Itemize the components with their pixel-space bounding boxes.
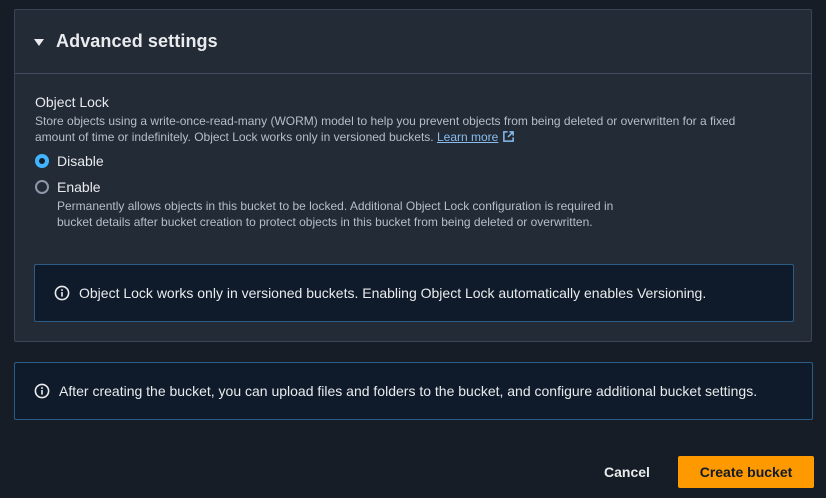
radio-enable-description: Permanently allows objects in this bucke…: [57, 199, 614, 229]
radio-option-disable[interactable]: Disable: [35, 150, 791, 172]
radio-enable[interactable]: [35, 180, 49, 194]
advanced-settings-panel: Advanced settings Object Lock Store obje…: [14, 9, 812, 342]
advanced-settings-toggle[interactable]: Advanced settings: [15, 10, 811, 74]
learn-more-link[interactable]: Learn more: [437, 130, 515, 144]
object-lock-description-text: Store objects using a write-once-read-ma…: [35, 114, 736, 144]
radio-option-enable[interactable]: Enable: [35, 176, 791, 198]
caret-down-icon: [34, 38, 44, 46]
radio-enable-label: Enable: [57, 179, 101, 195]
info-icon: [54, 285, 70, 301]
external-link-icon: [503, 131, 515, 142]
info-icon: [34, 383, 50, 399]
object-lock-description: Store objects using a write-once-read-ma…: [35, 113, 775, 145]
bucket-creation-info-alert: After creating the bucket, you can uploa…: [14, 362, 813, 420]
object-lock-alert-text: Object Lock works only in versioned buck…: [79, 285, 707, 301]
create-bucket-page: Advanced settings Object Lock Store obje…: [0, 0, 826, 498]
radio-disable[interactable]: [35, 154, 49, 168]
cancel-button[interactable]: Cancel: [591, 456, 663, 488]
object-lock-section: Object Lock Store objects using a write-…: [15, 74, 811, 230]
object-lock-label: Object Lock: [35, 94, 109, 110]
learn-more-label: Learn more: [436, 130, 499, 144]
create-bucket-button[interactable]: Create bucket: [678, 456, 814, 488]
advanced-settings-title: Advanced settings: [56, 31, 218, 51]
radio-disable-label: Disable: [57, 153, 104, 169]
bucket-creation-alert-text: After creating the bucket, you can uploa…: [59, 383, 758, 399]
object-lock-info-alert: Object Lock works only in versioned buck…: [34, 264, 794, 322]
